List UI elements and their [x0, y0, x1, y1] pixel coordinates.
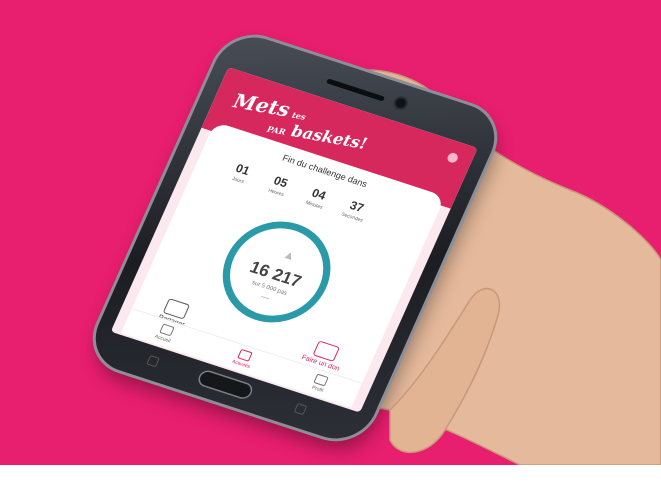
thumb-overlay	[389, 287, 501, 454]
photo-scene: Metstes PAR baskets! Fin du challenge da…	[0, 0, 661, 483]
bottom-white-strip	[0, 465, 661, 483]
